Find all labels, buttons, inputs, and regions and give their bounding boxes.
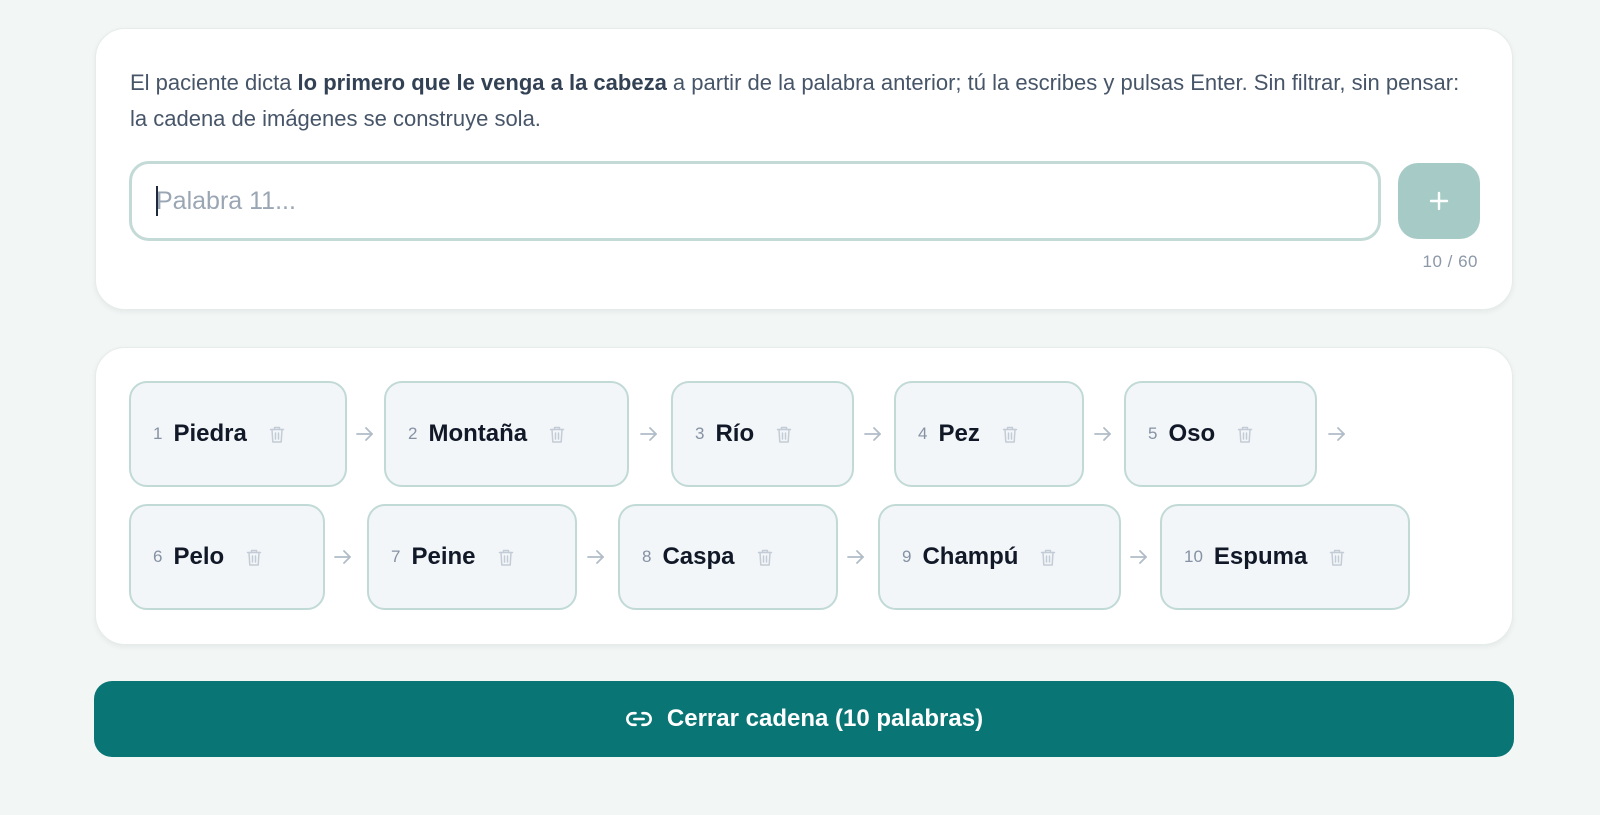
delete-word-button[interactable]	[498, 548, 514, 567]
instructions-text: El paciente dicta lo primero que le veng…	[130, 70, 1460, 131]
trash-icon	[498, 548, 514, 567]
word-chip[interactable]: 1 Piedra	[129, 381, 347, 487]
trash-icon	[269, 425, 285, 444]
word-label: Montaña	[428, 420, 528, 447]
word-label: Peine	[411, 543, 476, 570]
word-index: 5	[1148, 424, 1158, 443]
plus-icon	[1429, 191, 1449, 211]
arrow-right-icon	[845, 546, 867, 568]
delete-word-button[interactable]	[1002, 425, 1018, 444]
arrow-right-icon	[585, 546, 607, 568]
add-word-button[interactable]	[1398, 163, 1480, 239]
dictation-card: El paciente dicta lo primero que le veng…	[95, 28, 1513, 310]
arrow-right-icon	[1092, 423, 1114, 445]
word-chip[interactable]: 8 Caspa	[618, 504, 838, 610]
word-index: 2	[408, 424, 418, 443]
close-chain-label: Cerrar cadena (10 palabras)	[666, 705, 984, 732]
word-chip[interactable]: 9 Champú	[878, 504, 1121, 610]
word-chip[interactable]: 7 Peine	[367, 504, 577, 610]
word-chip[interactable]: 6 Pelo	[129, 504, 325, 610]
word-index: 6	[153, 547, 163, 566]
arrow-right-icon	[332, 546, 354, 568]
trash-icon	[1329, 548, 1345, 567]
close-chain-button[interactable]: Cerrar cadena (10 palabras)	[94, 681, 1514, 757]
word-index: 8	[642, 547, 652, 566]
instructions-emphasis: lo primero que le venga a la cabeza	[297, 70, 667, 95]
word-label: Champú	[922, 543, 1019, 570]
arrow-right-icon	[638, 423, 660, 445]
word-chip[interactable]: 4 Pez	[894, 381, 1084, 487]
delete-word-button[interactable]	[269, 425, 285, 444]
trash-icon	[757, 548, 773, 567]
delete-word-button[interactable]	[1237, 425, 1253, 444]
delete-word-button[interactable]	[549, 425, 565, 444]
arrow-right-icon	[354, 423, 376, 445]
arrow-right-icon	[862, 423, 884, 445]
word-input[interactable]	[129, 161, 1381, 241]
word-label: Pelo	[173, 543, 225, 570]
word-label: Río	[715, 420, 755, 447]
word-index: 9	[902, 547, 912, 566]
word-index: 4	[918, 424, 928, 443]
word-label: Espuma	[1213, 543, 1308, 570]
word-chip[interactable]: 2 Montaña	[384, 381, 629, 487]
text-caret	[156, 186, 158, 216]
word-chip[interactable]: 10 Espuma	[1160, 504, 1410, 610]
link-icon	[625, 705, 653, 733]
word-label: Pez	[938, 420, 980, 447]
delete-word-button[interactable]	[246, 548, 262, 567]
arrow-right-icon	[1128, 546, 1150, 568]
word-label: Oso	[1168, 420, 1216, 447]
word-chain-card: 1 Piedra 2 Montaña 3 Río 4 Pez 5 Oso 6 Pelo 7 Peine 8 C…	[95, 347, 1513, 645]
delete-word-button[interactable]	[776, 425, 792, 444]
word-index: 10	[1184, 547, 1203, 566]
trash-icon	[1002, 425, 1018, 444]
word-label: Caspa	[662, 543, 735, 570]
delete-word-button[interactable]	[1329, 548, 1345, 567]
word-index: 7	[391, 547, 401, 566]
word-counter: 10 / 60	[1422, 252, 1478, 271]
trash-icon	[776, 425, 792, 444]
trash-icon	[1237, 425, 1253, 444]
word-index: 1	[153, 424, 163, 443]
arrow-right-icon	[1326, 423, 1348, 445]
word-label: Piedra	[173, 420, 247, 447]
trash-icon	[549, 425, 565, 444]
word-chip[interactable]: 5 Oso	[1124, 381, 1317, 487]
trash-icon	[1040, 548, 1056, 567]
trash-icon	[246, 548, 262, 567]
word-index: 3	[695, 424, 705, 443]
delete-word-button[interactable]	[757, 548, 773, 567]
delete-word-button[interactable]	[1040, 548, 1056, 567]
word-chip[interactable]: 3 Río	[671, 381, 854, 487]
